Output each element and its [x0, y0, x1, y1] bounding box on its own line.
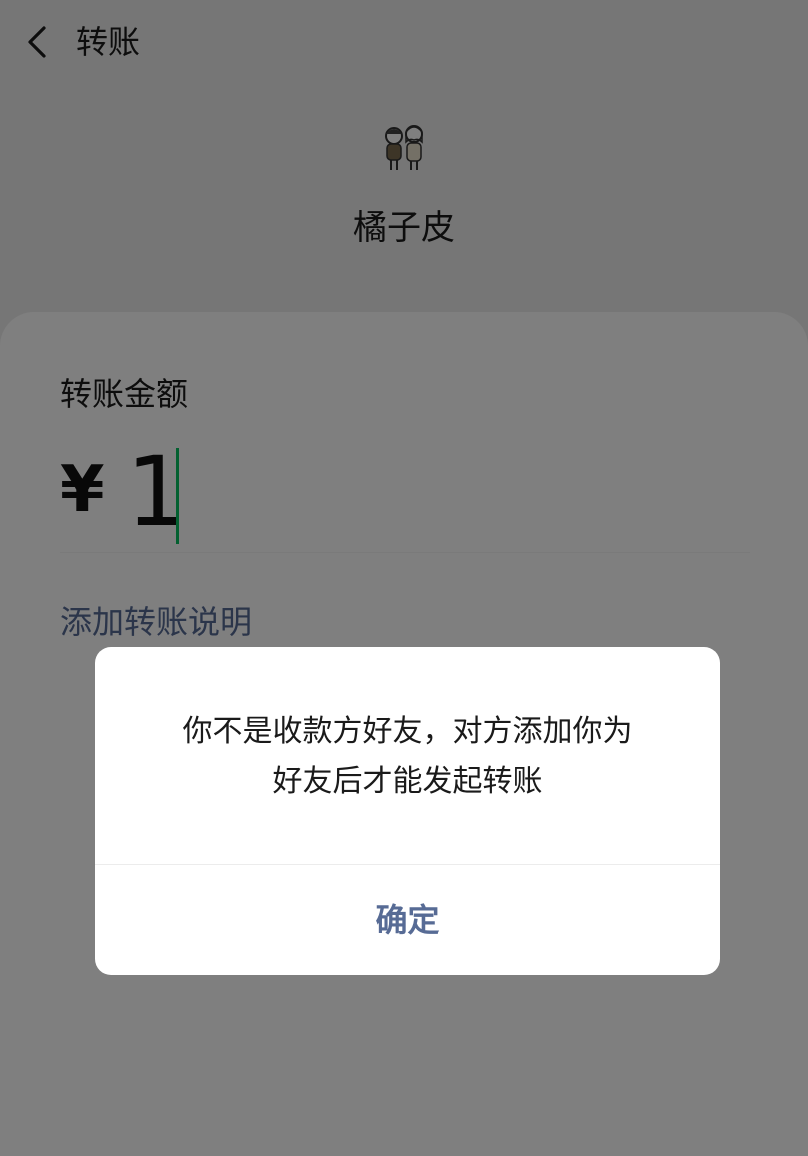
- dialog-message-line: 好友后才能发起转账: [272, 764, 543, 799]
- confirm-button[interactable]: 确定: [95, 865, 720, 975]
- dialog-message-line: 你不是收款方好友，对方添加你为: [182, 714, 633, 749]
- dialog-message: 你不是收款方好友，对方添加你为 好友后才能发起转账: [135, 707, 680, 807]
- modal-overlay: [0, 0, 808, 1156]
- alert-dialog: 你不是收款方好友，对方添加你为 好友后才能发起转账 确定: [95, 647, 720, 975]
